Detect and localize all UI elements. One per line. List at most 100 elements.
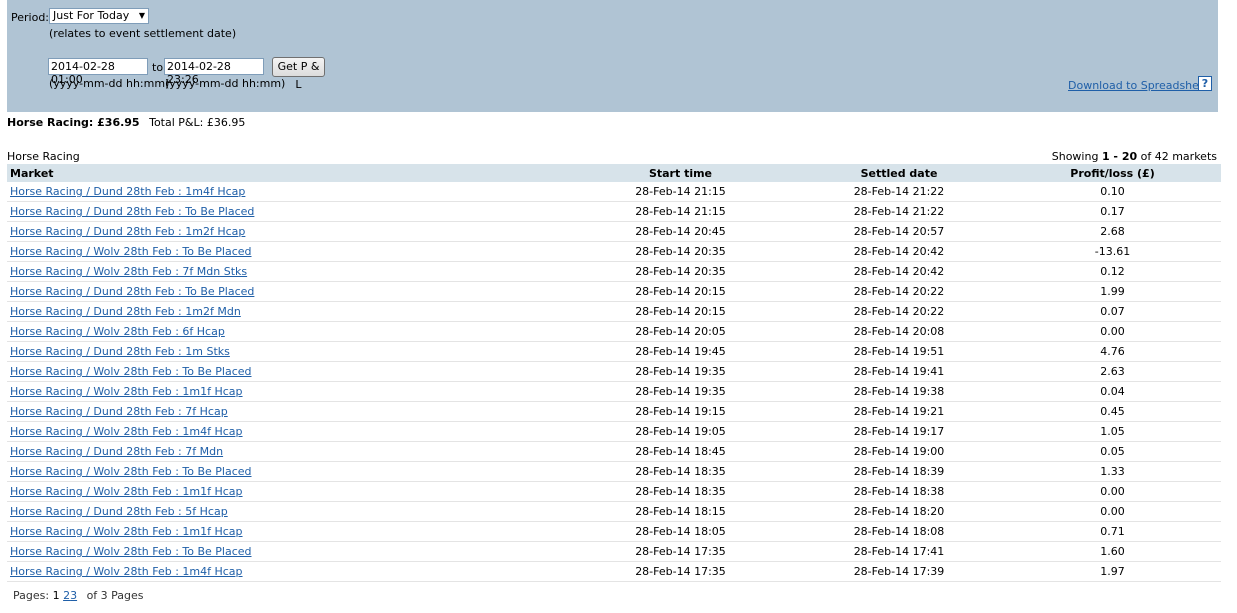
settled-date-cell: 28-Feb-14 18:20 (794, 501, 1004, 522)
settled-date-cell: 28-Feb-14 18:08 (794, 521, 1004, 542)
settled-date-cell: 28-Feb-14 19:00 (794, 441, 1004, 462)
settled-date-cell: 28-Feb-14 20:22 (794, 281, 1004, 302)
start-time-cell: 28-Feb-14 21:15 (567, 201, 794, 222)
profit-loss-cell: 1.33 (1004, 461, 1221, 482)
profit-loss-cell: 0.04 (1004, 381, 1221, 402)
settled-date-cell: 28-Feb-14 20:42 (794, 241, 1004, 262)
header-settled-date: Settled date (794, 164, 1004, 182)
market-cell: Horse Racing / Dund 28th Feb : To Be Pla… (7, 201, 567, 222)
from-date-input[interactable]: 2014-02-28 01:00 (48, 58, 148, 86)
profit-loss-cell: 0.71 (1004, 521, 1221, 542)
start-time-cell: 28-Feb-14 20:05 (567, 321, 794, 342)
table-row: Horse Racing / Dund 28th Feb : 1m2f Mdn 2… (7, 301, 1221, 322)
table-row: Horse Racing / Wolv 28th Feb : 1m4f Hcap… (7, 561, 1221, 582)
settled-date-cell: 28-Feb-14 19:17 (794, 421, 1004, 442)
total-pl-label: Total P&L: (149, 116, 204, 129)
table-row: Horse Racing / Wolv 28th Feb : To Be Pla… (7, 461, 1221, 482)
table-row: Horse Racing / Wolv 28th Feb : 1m4f Hcap… (7, 421, 1221, 442)
total-pl-value: £36.95 (206, 116, 246, 129)
table-row: Horse Racing / Dund 28th Feb : 1m Stks 28… (7, 341, 1221, 362)
start-time-cell: 28-Feb-14 19:15 (567, 401, 794, 422)
download-spreadsheet-link[interactable]: Download to Spreadsheet (1068, 79, 1210, 92)
profit-loss-cell: 0.17 (1004, 201, 1221, 222)
market-link[interactable]: Horse Racing / Wolv 28th Feb : 6f Hcap (10, 325, 225, 338)
profit-loss-cell: 0.45 (1004, 401, 1221, 422)
total-pages: of 3 Pages (86, 589, 144, 602)
market-link[interactable]: Horse Racing / Dund 28th Feb : 1m2f Mdn (10, 305, 241, 318)
start-time-cell: 28-Feb-14 17:35 (567, 561, 794, 582)
period-select-value: Just For Today (53, 9, 130, 22)
market-cell: Horse Racing / Wolv 28th Feb : 6f Hcap (7, 321, 567, 342)
section-title: Horse Racing (7, 150, 80, 163)
table-row: Horse Racing / Dund 28th Feb : To Be Pla… (7, 201, 1221, 222)
start-time-cell: 28-Feb-14 17:35 (567, 541, 794, 562)
settled-date-cell: 28-Feb-14 21:22 (794, 201, 1004, 222)
market-cell: Horse Racing / Dund 28th Feb : 1m4f Hcap (7, 182, 567, 202)
settled-date-cell: 28-Feb-14 17:39 (794, 561, 1004, 582)
market-link[interactable]: Horse Racing / Wolv 28th Feb : 1m1f Hcap (10, 485, 243, 498)
profit-loss-cell: 4.76 (1004, 341, 1221, 362)
market-cell: Horse Racing / Dund 28th Feb : 1m Stks (7, 341, 567, 362)
market-link[interactable]: Horse Racing / Wolv 28th Feb : 1m1f Hcap (10, 385, 243, 398)
market-link[interactable]: Horse Racing / Dund 28th Feb : To Be Pla… (10, 205, 254, 218)
market-cell: Horse Racing / Dund 28th Feb : 7f Hcap (7, 401, 567, 422)
market-link[interactable]: Horse Racing / Dund 28th Feb : To Be Pla… (10, 285, 254, 298)
market-cell: Horse Racing / Wolv 28th Feb : To Be Pla… (7, 461, 567, 482)
market-link[interactable]: Horse Racing / Dund 28th Feb : 1m Stks (10, 345, 230, 358)
profit-loss-cell: 0.07 (1004, 301, 1221, 322)
profit-loss-cell: 0.00 (1004, 501, 1221, 522)
market-link[interactable]: Horse Racing / Wolv 28th Feb : To Be Pla… (10, 365, 252, 378)
start-time-cell: 28-Feb-14 18:35 (567, 461, 794, 482)
market-link[interactable]: Horse Racing / Dund 28th Feb : 7f Hcap (10, 405, 228, 418)
settled-date-cell: 28-Feb-14 18:39 (794, 461, 1004, 482)
to-format-hint: (yyyy-mm-dd hh:mm) (165, 77, 286, 90)
pages-label: Pages: (13, 589, 50, 602)
settled-date-cell: 28-Feb-14 19:21 (794, 401, 1004, 422)
table-row: Horse Racing / Wolv 28th Feb : To Be Pla… (7, 241, 1221, 262)
header-market: Market (7, 164, 567, 182)
market-link[interactable]: Horse Racing / Wolv 28th Feb : 7f Mdn St… (10, 265, 247, 278)
to-date-input[interactable]: 2014-02-28 23:26 (164, 58, 264, 86)
market-cell: Horse Racing / Dund 28th Feb : 7f Mdn (7, 441, 567, 462)
start-time-cell: 28-Feb-14 21:15 (567, 182, 794, 202)
get-pl-button[interactable]: Get P & L (272, 57, 325, 91)
profit-loss-cell: 2.63 (1004, 361, 1221, 382)
profit-loss-cell: 0.12 (1004, 261, 1221, 282)
settled-date-cell: 28-Feb-14 19:38 (794, 381, 1004, 402)
market-cell: Horse Racing / Wolv 28th Feb : 1m1f Hcap (7, 381, 567, 402)
market-cell: Horse Racing / Dund 28th Feb : 1m2f Mdn (7, 301, 567, 322)
current-page: 1 (52, 589, 60, 602)
showing-prefix: Showing (1051, 150, 1099, 163)
market-link[interactable]: Horse Racing / Dund 28th Feb : 7f Mdn (10, 445, 223, 458)
table-row: Horse Racing / Dund 28th Feb : 1m2f Hcap… (7, 221, 1221, 242)
page-link-3[interactable]: 3 (70, 589, 77, 602)
market-cell: Horse Racing / Wolv 28th Feb : To Be Pla… (7, 541, 567, 562)
market-link[interactable]: Horse Racing / Wolv 28th Feb : To Be Pla… (10, 245, 252, 258)
period-select[interactable]: Just For Today ▼ (49, 8, 149, 24)
start-time-cell: 28-Feb-14 19:45 (567, 341, 794, 362)
market-link[interactable]: Horse Racing / Wolv 28th Feb : 1m4f Hcap (10, 425, 243, 438)
market-link[interactable]: Horse Racing / Dund 28th Feb : 1m4f Hcap (10, 185, 245, 198)
showing-range: 1 - 20 (1101, 150, 1138, 163)
showing-count: Showing 1 - 20 of 42 markets (1052, 150, 1217, 163)
market-cell: Horse Racing / Wolv 28th Feb : 1m1f Hcap (7, 481, 567, 502)
table-row: Horse Racing / Wolv 28th Feb : 1m1f Hcap… (7, 521, 1221, 542)
settled-date-cell: 28-Feb-14 20:08 (794, 321, 1004, 342)
start-time-cell: 28-Feb-14 18:15 (567, 501, 794, 522)
profit-loss-cell: 0.05 (1004, 441, 1221, 462)
header-profit-loss: Profit/loss (£) (1004, 164, 1221, 182)
market-link[interactable]: Horse Racing / Dund 28th Feb : 5f Hcap (10, 505, 228, 518)
market-link[interactable]: Horse Racing / Dund 28th Feb : 1m2f Hcap (10, 225, 245, 238)
table-row: Horse Racing / Dund 28th Feb : 1m4f Hcap… (7, 182, 1221, 202)
help-icon[interactable]: ? (1198, 76, 1212, 91)
market-link[interactable]: Horse Racing / Wolv 28th Feb : To Be Pla… (10, 545, 252, 558)
market-cell: Horse Racing / Dund 28th Feb : 1m2f Hcap (7, 221, 567, 242)
start-time-cell: 28-Feb-14 19:35 (567, 361, 794, 382)
profit-loss-cell: 2.68 (1004, 221, 1221, 242)
start-time-cell: 28-Feb-14 20:35 (567, 241, 794, 262)
market-link[interactable]: Horse Racing / Wolv 28th Feb : 1m4f Hcap (10, 565, 243, 578)
market-cell: Horse Racing / Wolv 28th Feb : 1m4f Hcap (7, 561, 567, 582)
market-link[interactable]: Horse Racing / Wolv 28th Feb : 1m1f Hcap (10, 525, 243, 538)
header-start-time: Start time (567, 164, 794, 182)
market-link[interactable]: Horse Racing / Wolv 28th Feb : To Be Pla… (10, 465, 252, 478)
